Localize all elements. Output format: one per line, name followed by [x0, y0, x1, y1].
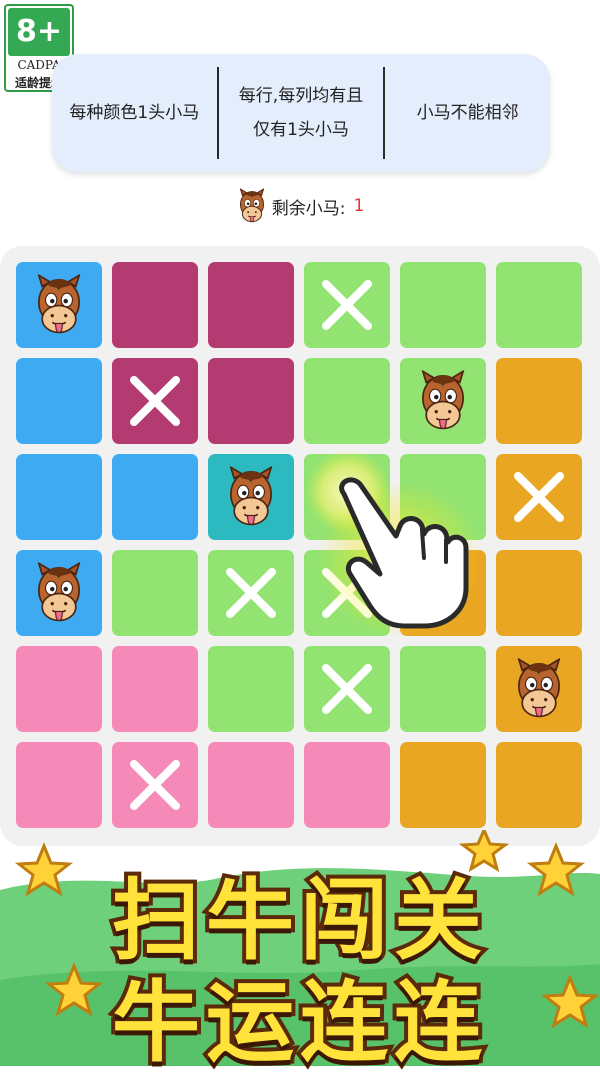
board-cell[interactable] — [16, 646, 102, 732]
horse-face-icon — [511, 658, 567, 720]
remaining-horses: 剩余小马: 1 — [0, 186, 600, 226]
board-cell[interactable] — [304, 454, 390, 540]
board-cell[interactable] — [496, 358, 582, 444]
board-cell[interactable] — [112, 550, 198, 636]
board-cell[interactable] — [304, 358, 390, 444]
board-cell[interactable] — [112, 262, 198, 348]
board-cell[interactable] — [400, 646, 486, 732]
board-cell[interactable] — [208, 262, 294, 348]
horse-face-icon — [415, 370, 471, 432]
board-cell[interactable] — [400, 454, 486, 540]
banner-title-line2: 牛运连连 — [108, 967, 488, 1078]
board-cell[interactable] — [304, 742, 390, 828]
board-cell[interactable] — [496, 550, 582, 636]
cross-mark-icon — [322, 664, 372, 714]
board-cell[interactable] — [208, 646, 294, 732]
board-cell[interactable] — [496, 742, 582, 828]
rules-card: 每种颜色1头小马 每行,每列均有且仅有1头小马 小马不能相邻 — [52, 54, 550, 172]
age-rating: 8+ — [8, 8, 70, 56]
rule-one-per-color: 每种颜色1头小马 — [69, 103, 200, 123]
horse-face-icon — [223, 466, 279, 528]
cross-mark-icon — [226, 568, 276, 618]
remaining-label: 剩余小马: — [271, 198, 346, 219]
rule-not-adjacent: 小马不能相邻 — [383, 67, 550, 159]
board-cell[interactable] — [208, 358, 294, 444]
cross-mark-icon — [322, 568, 372, 618]
board-cell[interactable] — [112, 742, 198, 828]
board-cell[interactable] — [16, 550, 102, 636]
board-cell[interactable] — [112, 358, 198, 444]
title-banner: 扫牛闯关 牛运连连 — [0, 830, 600, 1078]
board-cell[interactable] — [208, 550, 294, 636]
board-cell[interactable] — [16, 262, 102, 348]
board-cell[interactable] — [496, 262, 582, 348]
board-cell[interactable] — [400, 742, 486, 828]
horse-face-icon — [236, 188, 268, 224]
horse-face-icon — [31, 562, 87, 624]
cross-mark-icon — [130, 376, 180, 426]
board-cell[interactable] — [496, 646, 582, 732]
rule-one-per-row-col: 每行,每列均有且仅有1头小马 — [216, 67, 384, 159]
board-cell[interactable] — [16, 742, 102, 828]
board-cell[interactable] — [400, 262, 486, 348]
game-board — [0, 246, 600, 846]
board-cell[interactable] — [304, 262, 390, 348]
board-cell[interactable] — [112, 454, 198, 540]
board-cell[interactable] — [400, 358, 486, 444]
horse-face-icon — [31, 274, 87, 336]
board-cell[interactable] — [400, 550, 486, 636]
board-cell[interactable] — [304, 550, 390, 636]
cross-mark-icon — [514, 472, 564, 522]
cross-mark-icon — [322, 280, 372, 330]
board-cell[interactable] — [112, 646, 198, 732]
board-cell[interactable] — [304, 646, 390, 732]
board-cell[interactable] — [208, 454, 294, 540]
board-cell[interactable] — [496, 454, 582, 540]
board-cell[interactable] — [208, 742, 294, 828]
cross-mark-icon — [130, 760, 180, 810]
board-cell[interactable] — [16, 358, 102, 444]
remaining-count: 1 — [353, 196, 365, 216]
board-cell[interactable] — [16, 454, 102, 540]
